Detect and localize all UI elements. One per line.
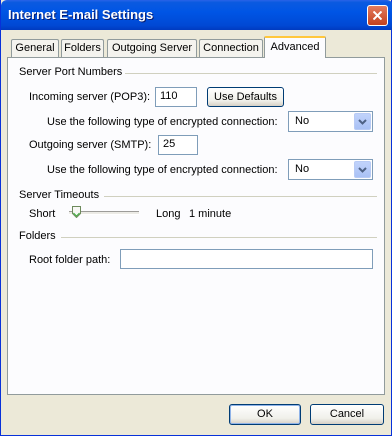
close-icon [373, 11, 382, 20]
chevron-down-icon [358, 119, 367, 125]
group-title-server-timeouts: Server Timeouts [19, 189, 100, 201]
close-button[interactable] [367, 5, 388, 26]
dropdown-arrow-button[interactable] [354, 113, 371, 130]
ok-button[interactable]: OK [229, 404, 301, 425]
root-folder-label: Root folder path: [29, 254, 111, 266]
server-timeout-slider[interactable] [65, 206, 143, 220]
tab-folders[interactable]: Folders [61, 39, 104, 57]
dialog-window: Internet E-mail Settings General Folders… [0, 0, 392, 436]
dropdown-arrow-button[interactable] [354, 161, 371, 178]
advanced-tab-panel [7, 57, 385, 395]
incoming-encryption-value: No [295, 115, 310, 127]
timeout-value-text: 1 minute [189, 208, 232, 220]
group-title-folders: Folders [19, 230, 56, 242]
outgoing-encryption-dropdown[interactable]: No [288, 159, 373, 180]
group-title-server-ports: Server Port Numbers [19, 66, 123, 78]
outgoing-encryption-value: No [295, 163, 310, 175]
timeout-short-label: Short [29, 208, 56, 220]
root-folder-input[interactable] [120, 249, 373, 269]
timeout-long-label: Long [156, 208, 181, 220]
cancel-button[interactable]: Cancel [310, 404, 384, 425]
outgoing-port-input[interactable]: 25 [158, 135, 198, 155]
use-defaults-button[interactable]: Use Defaults [207, 87, 284, 107]
title-bar[interactable]: Internet E-mail Settings [1, 0, 392, 30]
chevron-down-icon [358, 167, 367, 173]
outgoing-server-label: Outgoing server (SMTP): [29, 139, 152, 151]
group-divider [104, 196, 377, 197]
incoming-encryption-label: Use the following type of encrypted conn… [47, 116, 278, 128]
window-title: Internet E-mail Settings [8, 7, 154, 22]
incoming-server-label: Incoming server (POP3): [29, 91, 151, 103]
outgoing-encryption-label: Use the following type of encrypted conn… [47, 164, 278, 176]
incoming-port-input[interactable]: 110 [155, 87, 197, 107]
tab-general[interactable]: General [11, 39, 59, 57]
slider-thumb[interactable] [72, 206, 81, 218]
tab-connection[interactable]: Connection [199, 39, 263, 57]
incoming-encryption-dropdown[interactable]: No [288, 111, 373, 132]
tab-advanced[interactable]: Advanced [264, 36, 326, 58]
group-divider [125, 73, 377, 74]
tab-outgoing-server[interactable]: Outgoing Server [107, 39, 197, 57]
group-divider [61, 237, 377, 238]
